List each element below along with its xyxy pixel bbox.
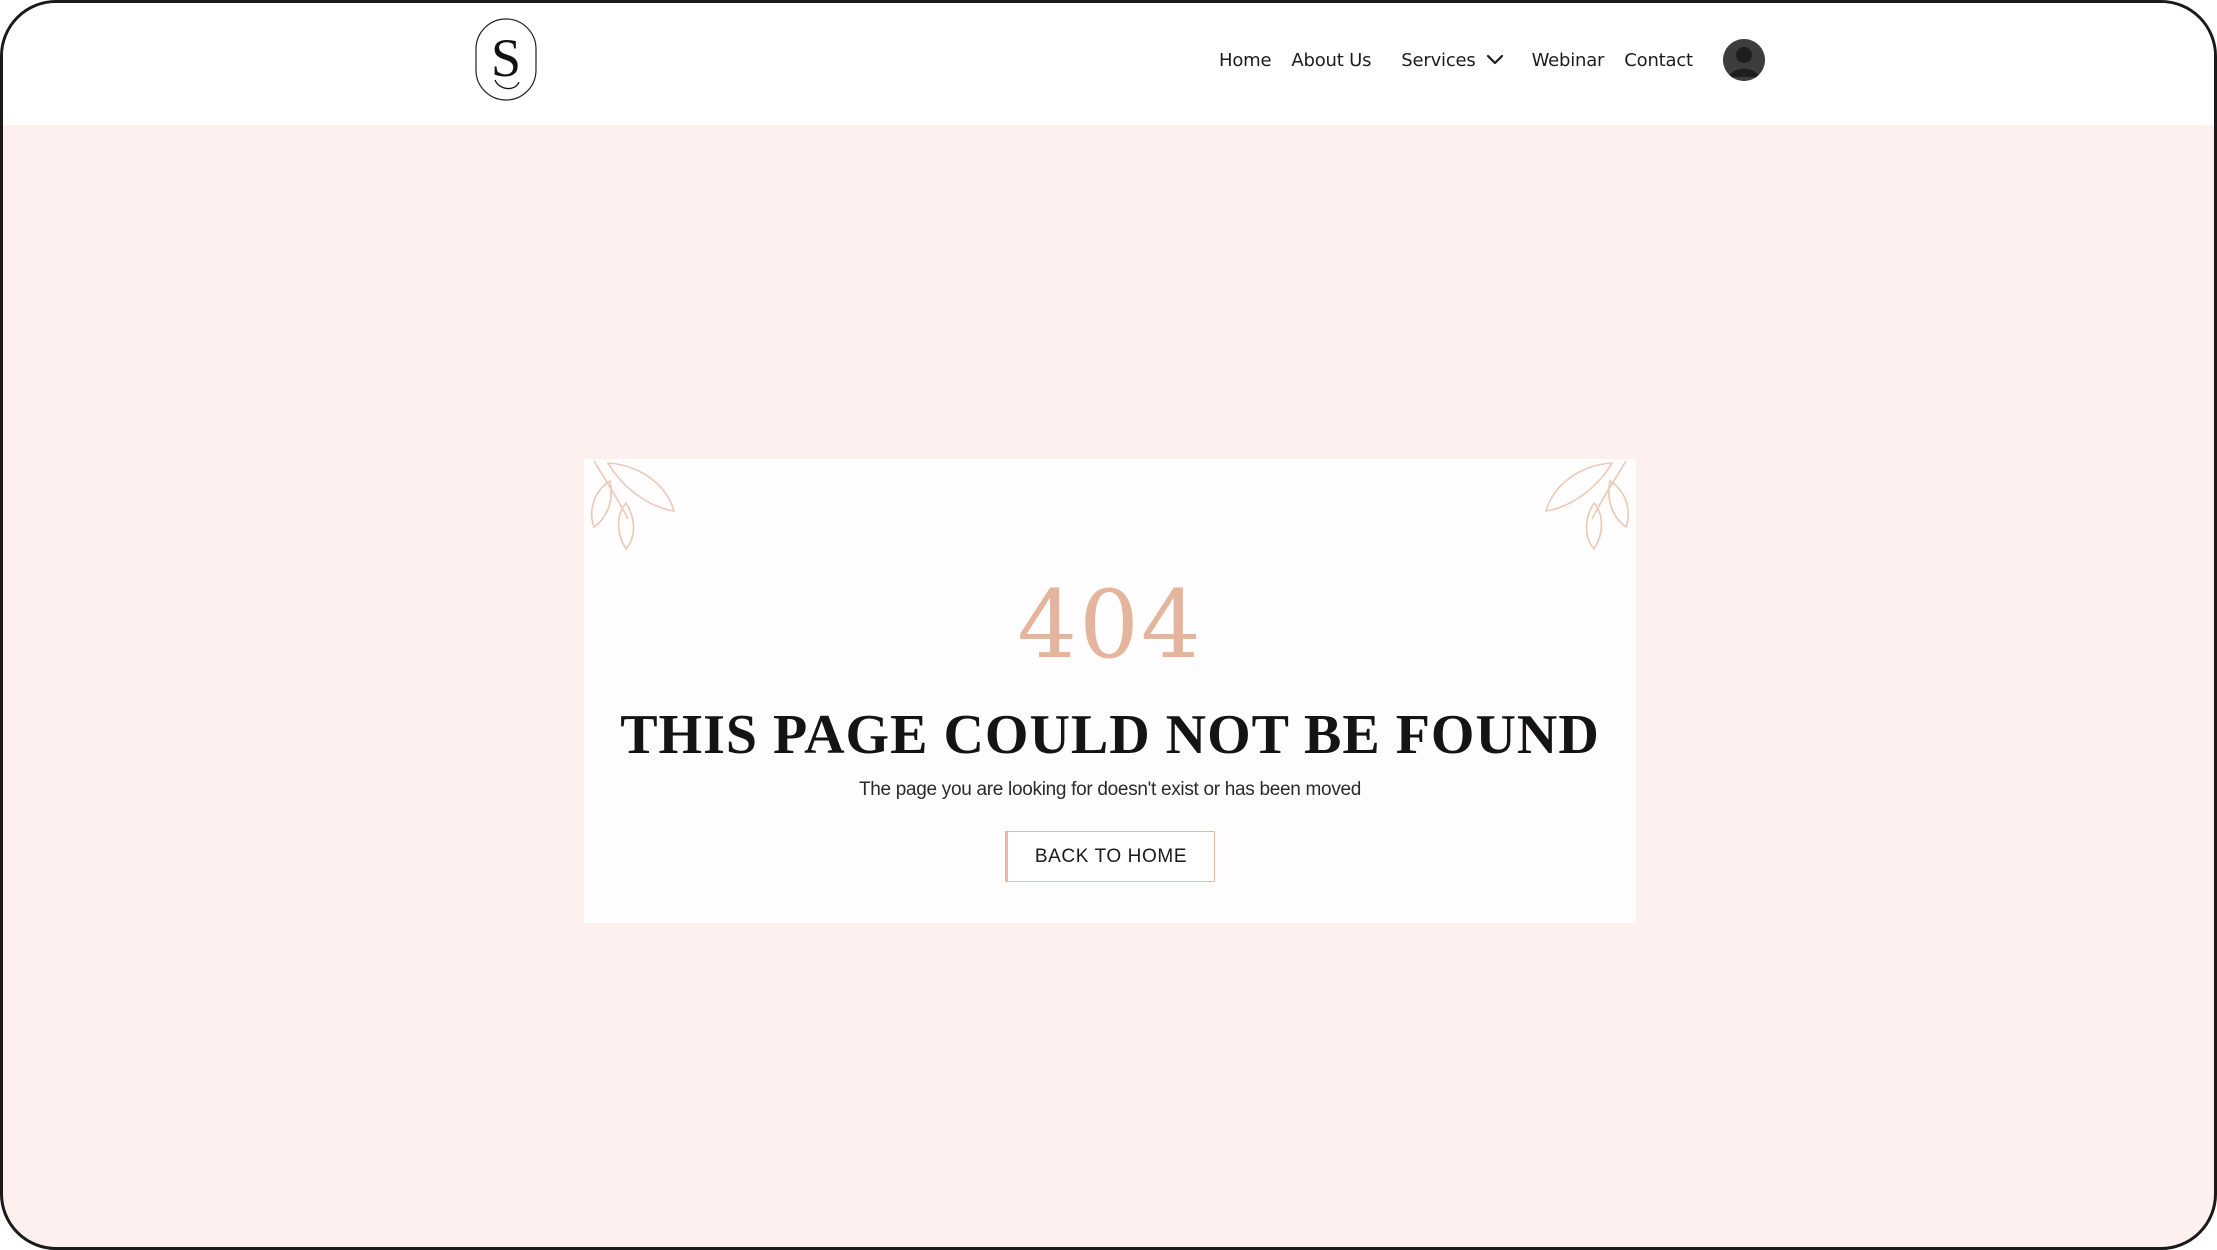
nav-contact-link[interactable]: Contact — [1624, 50, 1693, 71]
site-header: S Home About Us Services Webinar Contact — [3, 3, 2214, 125]
leaf-branch-icon — [1544, 460, 1630, 551]
main-nav: Home About Us Services Webinar Contact — [1219, 3, 1765, 117]
logo-letter: S — [491, 28, 521, 88]
nav-home-link[interactable]: Home — [1219, 50, 1272, 71]
leaf-branch-icon — [590, 460, 676, 551]
user-avatar-icon[interactable] — [1722, 39, 1765, 81]
site-logo[interactable]: S — [475, 18, 537, 101]
back-to-home-button[interactable]: BACK TO HOME — [1005, 831, 1215, 882]
browser-frame: S Home About Us Services Webinar Contact — [0, 0, 2217, 1250]
nav-about-link[interactable]: About Us — [1291, 50, 1371, 71]
s-monogram-logo-icon: S — [475, 18, 537, 101]
chevron-down-icon — [1486, 54, 1503, 65]
nav-services-dropdown[interactable]: Services — [1401, 50, 1503, 71]
nav-services-label: Services — [1401, 49, 1476, 71]
nav-webinar-link[interactable]: Webinar — [1532, 50, 1605, 71]
error-message: The page you are looking for doesn't exi… — [858, 779, 1362, 800]
page-title: THIS PAGE COULD NOT BE FOUND — [620, 704, 1600, 766]
not-found-card: 404 THIS PAGE COULD NOT BE FOUND The pag… — [584, 459, 1636, 923]
error-code: 404 — [1017, 571, 1203, 680]
avatar-silhouette — [1722, 39, 1765, 81]
